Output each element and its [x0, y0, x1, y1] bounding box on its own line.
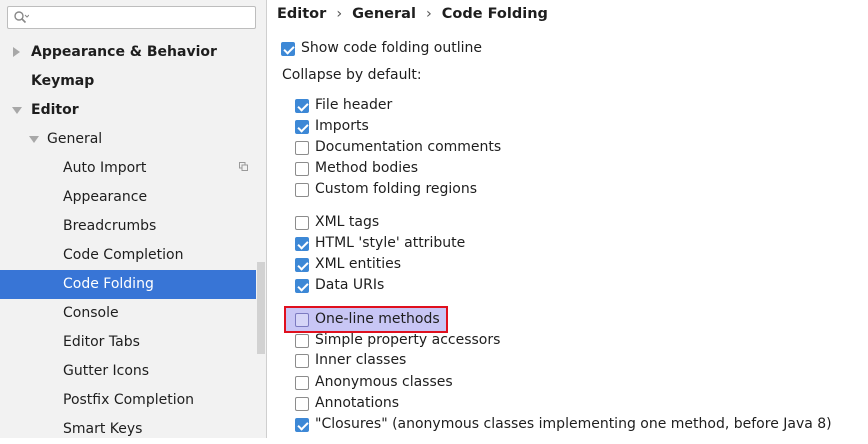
tree-item-label: Console [63, 305, 119, 321]
tree-item-auto-import[interactable]: Auto Import [0, 154, 266, 183]
checkbox-label: Simple property accessors [315, 332, 501, 348]
tree-item-label: Keymap [31, 73, 95, 89]
one-line-methods-checkbox[interactable] [295, 313, 309, 327]
simple-property-accessors-checkbox[interactable] [295, 334, 309, 348]
inner-classes-checkbox[interactable] [295, 354, 309, 368]
chevron-down-icon[interactable] [29, 136, 39, 143]
file-header-checkbox[interactable] [295, 99, 309, 113]
tree-item-label: Code Completion [63, 247, 184, 263]
sidebar-divider[interactable] [266, 0, 267, 438]
checkbox-label: Data URIs [315, 277, 385, 293]
tree-item-keymap[interactable]: Keymap [0, 67, 266, 96]
sidebar-scrollbar-thumb[interactable] [257, 262, 265, 354]
checkbox-label: XML tags [315, 214, 380, 230]
tree-item-label: General [47, 131, 103, 147]
tree-item-label: Breadcrumbs [63, 218, 157, 234]
imports-checkbox[interactable] [295, 120, 309, 134]
tree-item-general[interactable]: General [0, 125, 266, 154]
tree-item-label: Appearance [63, 189, 148, 205]
breadcrumb-separator: › [425, 6, 432, 22]
tree-item-code-folding[interactable]: Code Folding [0, 270, 256, 299]
chevron-right-icon[interactable] [13, 47, 20, 57]
checkbox-label: Anonymous classes [315, 374, 453, 390]
checkbox-label: XML entities [315, 256, 402, 272]
checkbox-label: Imports [315, 118, 369, 134]
sidebar-scrollbar[interactable] [256, 38, 266, 438]
tree-item-label: Appearance & Behavior [31, 44, 217, 60]
tree-item-postfix-completion[interactable]: Postfix Completion [0, 386, 266, 415]
tree-item-appearance[interactable]: Appearance [0, 183, 266, 212]
tree-item-label: Editor [31, 102, 79, 118]
tree-item-breadcrumbs[interactable]: Breadcrumbs [0, 212, 266, 241]
tree-item-console[interactable]: Console [0, 299, 266, 328]
checkbox-label: Method bodies [315, 160, 419, 176]
xml-entities-checkbox[interactable] [295, 258, 309, 272]
checkbox-label: HTML 'style' attribute [315, 235, 466, 251]
xml-tags-checkbox[interactable] [295, 216, 309, 230]
breadcrumb-code-folding: Code Folding [441, 6, 548, 22]
settings-sidebar: Appearance & Behavior Keymap Editor Gene… [0, 0, 266, 438]
tree-item-appearance-behavior[interactable]: Appearance & Behavior [0, 38, 266, 67]
method-bodies-checkbox[interactable] [295, 162, 309, 176]
checkbox-label: Inner classes [315, 352, 407, 368]
tree-item-label: Smart Keys [63, 421, 143, 437]
checkbox-label: Annotations [315, 395, 400, 411]
checkbox-label: One-line methods [315, 311, 440, 327]
tree-item-gutter-icons[interactable]: Gutter Icons [0, 357, 266, 386]
checkbox-label: Show code folding outline [301, 40, 483, 56]
collapse-by-default-label: Collapse by default: [282, 67, 422, 83]
data-uris-checkbox[interactable] [295, 279, 309, 293]
copy-settings-icon [239, 162, 248, 171]
checkbox-label: Custom folding regions [315, 181, 478, 197]
search-input[interactable] [7, 6, 256, 29]
breadcrumb-editor[interactable]: Editor [277, 6, 326, 22]
annotations-checkbox[interactable] [295, 397, 309, 411]
documentation-comments-checkbox[interactable] [295, 141, 309, 155]
closures-checkbox[interactable] [295, 418, 309, 432]
show-outline-checkbox[interactable] [281, 42, 295, 56]
tree-item-label: Editor Tabs [63, 334, 140, 350]
anonymous-classes-checkbox[interactable] [295, 376, 309, 390]
tree-item-label: Postfix Completion [63, 392, 195, 408]
checkbox-label: Documentation comments [315, 139, 502, 155]
custom-folding-regions-checkbox[interactable] [295, 183, 309, 197]
breadcrumb: Editor › General › Code Folding [277, 6, 548, 22]
breadcrumb-separator: › [336, 6, 343, 22]
html-style-attribute-checkbox[interactable] [295, 237, 309, 251]
tree-item-label: Code Folding [63, 276, 154, 292]
chevron-down-icon[interactable] [12, 107, 22, 114]
checkbox-label: "Closures" (anonymous classes implementi… [315, 416, 832, 432]
checkbox-label: File header [315, 97, 393, 113]
tree-item-editor[interactable]: Editor [0, 96, 266, 125]
tree-item-code-completion[interactable]: Code Completion [0, 241, 266, 270]
tree-item-smart-keys[interactable]: Smart Keys [0, 415, 266, 444]
tree-item-label: Auto Import [63, 160, 147, 176]
breadcrumb-general[interactable]: General [352, 6, 416, 22]
search-icon [14, 11, 29, 24]
tree-item-editor-tabs[interactable]: Editor Tabs [0, 328, 266, 357]
tree-item-label: Gutter Icons [63, 363, 150, 379]
